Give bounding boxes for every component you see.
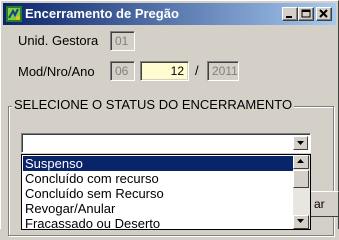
chevron-up-icon [297,159,304,163]
partially-hidden-button[interactable]: ar [307,191,339,217]
date-separator: / [195,63,199,78]
scroll-down-button[interactable] [293,215,309,229]
mod-nro-ano-label: Mod/Nro/Ano [18,64,95,79]
close-button[interactable] [316,7,332,21]
minimize-icon [286,16,292,18]
maximize-icon [301,9,311,18]
main-window: Encerramento de Pregão Unid. Gestora 01 … [0,0,339,236]
status-option-revogar-anular[interactable]: Revogar/Anular [23,201,293,216]
unid-gestora-label: Unid. Gestora [18,33,99,48]
title-bar[interactable]: Encerramento de Pregão [3,3,336,25]
status-option-fracassado-deserto[interactable]: Fracassado ou Deserto [23,216,293,229]
mod-field[interactable]: 06 [110,61,135,81]
status-option-concluido-sem-recurso[interactable]: Concluído sem Recurso [23,186,293,201]
ano-field[interactable]: 2011 [207,61,239,81]
status-option-suspenso[interactable]: Suspenso [23,156,293,171]
close-icon [319,9,328,18]
chevron-down-icon [297,141,304,145]
maximize-button[interactable] [298,7,314,21]
scroll-thumb[interactable] [293,170,309,188]
chevron-down-icon [297,219,304,223]
status-combobox[interactable] [21,133,311,153]
window-title: Encerramento de Pregão [25,6,179,21]
app-icon [6,6,22,22]
nro-field[interactable]: 12 [140,61,189,81]
status-option-concluido-com-recurso[interactable]: Concluído com recurso [23,171,293,186]
unid-gestora-field[interactable]: 01 [110,31,135,51]
combo-dropdown-button[interactable] [293,136,308,150]
minimize-button[interactable] [282,7,298,21]
status-group-title: SELECIONE O STATUS DO ENCERRAMENTO [12,97,295,112]
dropdown-scrollbar[interactable] [293,155,310,229]
status-dropdown-list: Suspenso Concluído com recurso Concluído… [21,154,311,230]
scroll-up-button[interactable] [293,155,309,169]
